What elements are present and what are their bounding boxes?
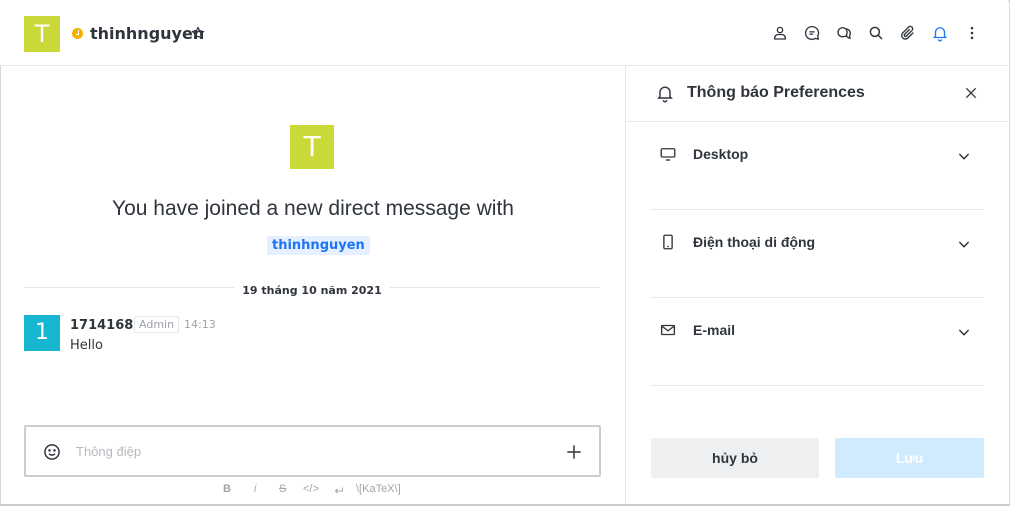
katex-button[interactable]: \[KaTeX\] <box>356 483 401 495</box>
monitor-icon <box>660 148 676 161</box>
notification-preferences-panel: Thông báo Preferences Desktop Điện thoại… <box>627 66 1008 504</box>
room-header: T thinhnguyen <box>0 0 1008 66</box>
user-mention-link[interactable]: thinhnguyen <box>267 236 370 255</box>
strikethrough-button[interactable]: S <box>279 483 286 495</box>
mobile-icon <box>663 234 673 250</box>
message-composer <box>24 425 601 477</box>
date-divider-label: 19 tháng 10 năm 2021 <box>234 284 390 297</box>
room-avatar[interactable]: T <box>24 16 60 52</box>
message-timestamp: 14:13 <box>184 318 216 331</box>
welcome-text: You have joined a new direct message wit… <box>112 197 514 220</box>
bold-button[interactable]: B <box>223 483 231 495</box>
panel-header: Thông báo Preferences <box>627 66 1008 122</box>
attachment-icon[interactable] <box>899 24 917 42</box>
message-area: T You have joined a new direct message w… <box>0 66 626 504</box>
pref-section-mobile[interactable]: Điện thoại di động <box>651 210 983 298</box>
chevron-down-icon[interactable] <box>956 324 972 340</box>
plus-icon[interactable] <box>564 442 584 462</box>
message-avatar[interactable]: 1 <box>24 315 60 351</box>
italic-button[interactable]: i <box>254 483 256 495</box>
pref-section-label: Desktop <box>693 146 749 162</box>
message-body: Hello <box>70 338 103 353</box>
cancel-button[interactable]: hủy bỏ <box>651 438 819 478</box>
chevron-down-icon[interactable] <box>956 236 972 252</box>
panel-title: Thông báo Preferences <box>687 84 865 101</box>
away-status-icon <box>72 28 83 39</box>
pref-section-label: Điện thoại di động <box>693 234 816 250</box>
welcome-avatar: T <box>290 125 334 169</box>
mail-icon <box>660 324 676 336</box>
pref-section-email[interactable]: E-mail <box>651 298 983 386</box>
date-divider: 19 tháng 10 năm 2021 <box>0 279 624 298</box>
kebab-menu-icon[interactable] <box>963 24 981 42</box>
role-badge: Admin <box>134 316 180 333</box>
discussion-icon[interactable] <box>835 24 853 42</box>
chevron-down-icon[interactable] <box>956 148 972 164</box>
pref-section-label: E-mail <box>693 322 736 338</box>
save-button[interactable]: Lưu <box>835 438 984 478</box>
user-info-icon[interactable] <box>771 24 789 42</box>
pref-section-desktop[interactable]: Desktop <box>651 122 983 210</box>
close-icon[interactable] <box>963 85 979 101</box>
multiline-code-icon[interactable] <box>332 485 345 497</box>
notification-bell-icon[interactable] <box>931 24 949 42</box>
favorite-star-icon[interactable] <box>190 24 206 42</box>
emoji-icon[interactable] <box>42 442 62 462</box>
threads-icon[interactable] <box>803 24 821 42</box>
search-icon[interactable] <box>867 24 885 42</box>
message-input[interactable] <box>76 437 546 465</box>
code-button[interactable]: </> <box>303 483 319 495</box>
message-username[interactable]: 1714168 <box>70 318 133 333</box>
bell-icon <box>657 86 673 103</box>
room-title[interactable]: thinhnguyen <box>90 24 204 43</box>
formatting-toolbar: B i S </> \[KaTeX\] <box>0 483 626 499</box>
